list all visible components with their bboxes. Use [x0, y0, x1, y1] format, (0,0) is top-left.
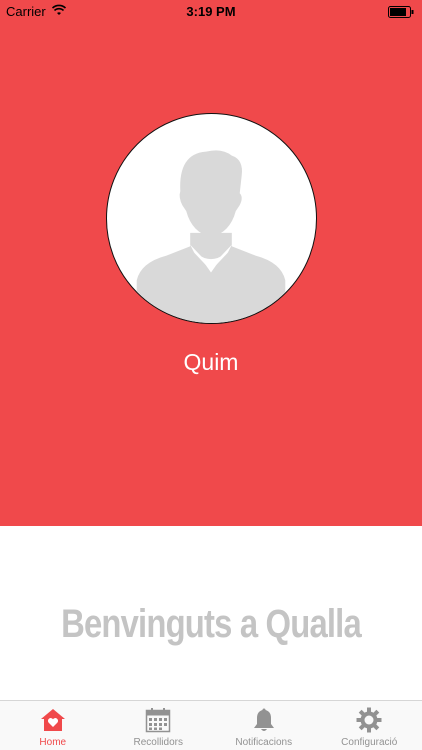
calendar-icon [146, 708, 171, 733]
user-silhouette-icon [136, 150, 286, 323]
tab-notificacions[interactable]: Notificacions [211, 701, 317, 750]
tab-recollidors[interactable]: Recollidors [106, 701, 212, 750]
profile-header: Carrier 3:19 PM Quim [0, 0, 422, 526]
tab-bar: Home Recollidors Notificacions Configura… [0, 700, 422, 750]
avatar[interactable] [106, 113, 317, 324]
status-time: 3:19 PM [186, 4, 236, 19]
user-name: Quim [183, 349, 239, 375]
tab-home-label: Home [39, 737, 67, 748]
welcome-title: Benvinguts a Qualla [61, 602, 362, 646]
home-heart-icon [40, 709, 65, 731]
tab-home[interactable]: Home [0, 701, 106, 750]
tab-recollidors-label: Recollidors [133, 737, 183, 748]
tab-notificacions-label: Notificacions [235, 737, 293, 748]
tab-configuracio-label: Configuració [341, 737, 398, 748]
gear-icon [356, 707, 382, 733]
bell-icon [253, 708, 274, 731]
battery-icon [388, 6, 414, 18]
tab-configuracio[interactable]: Configuració [317, 701, 422, 750]
status-bar: Carrier 3:19 PM [0, 0, 422, 24]
